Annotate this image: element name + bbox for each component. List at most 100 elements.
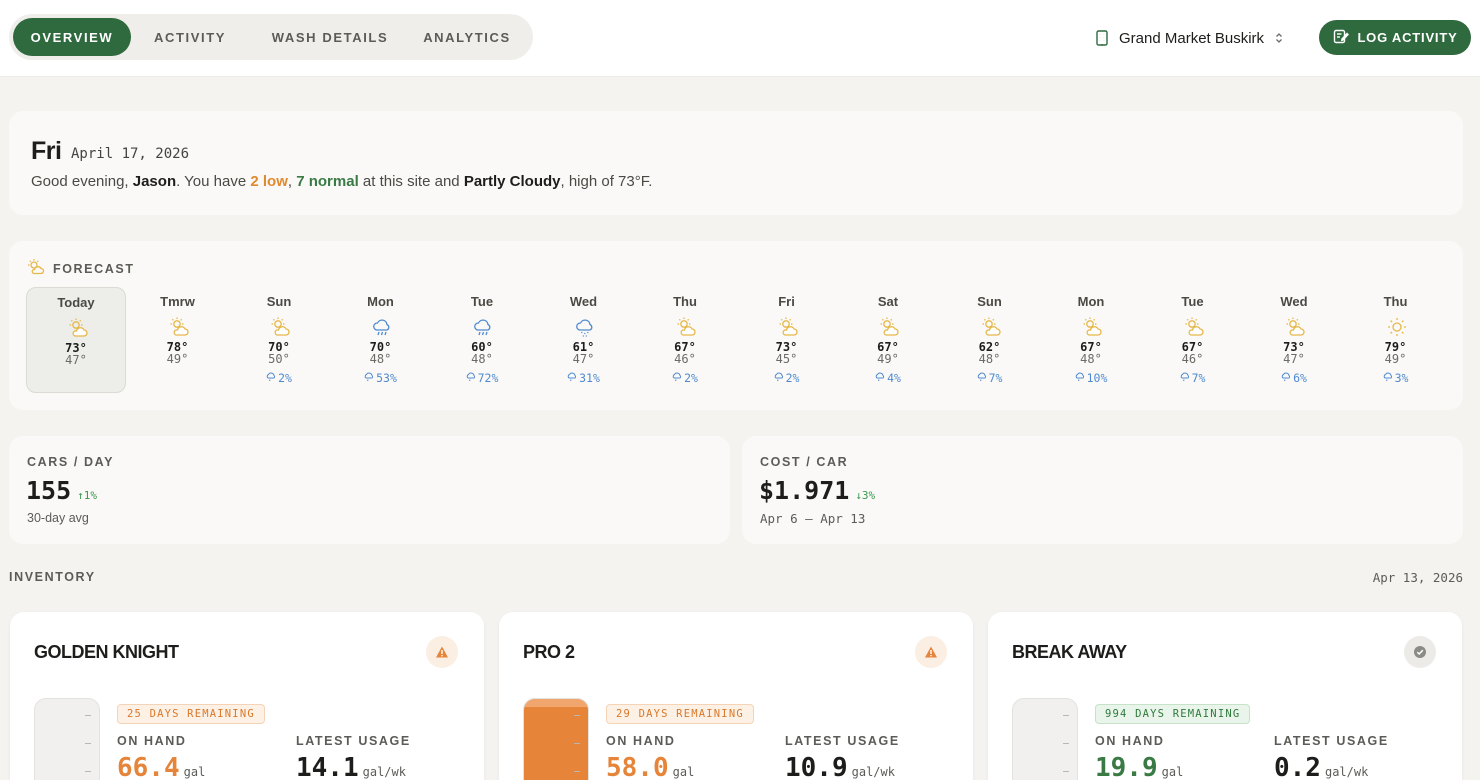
precip-value: 2% [278,371,292,385]
inventory-card[interactable]: PRO 2 29 DAYS REMAINING ON HAND LATEST USAG… [499,612,973,780]
forecast-precip: 10% [1041,371,1141,385]
on-hand-value: 19.9 [1095,753,1158,780]
usage-unit: gal/wk [851,765,895,779]
forecast-day[interactable]: Mon 67° 48° 10% [1041,287,1141,393]
raindrop-icon [1075,371,1085,385]
forecast-day[interactable]: Today 73° 47° [26,287,126,393]
forecast-header: FORECAST [27,258,135,279]
precip-value: 3% [1394,371,1409,385]
site-name: Grand Market Buskirk [1119,29,1265,47]
precip-value: 4% [887,371,901,385]
partly-cloudy-icon [269,316,291,338]
tank-tick [1063,743,1069,744]
forecast-low: 47° [572,352,595,366]
forecast-day-name: Thu [673,294,697,309]
forecast-day[interactable]: Tue 60° 48° 72% [432,287,532,393]
cars-value-row: 155 ↑1% [26,476,97,505]
forecast-day[interactable]: Thu 79° 49° 3% [1346,287,1446,393]
warning-icon [915,636,947,668]
inventory-card[interactable]: BREAK AWAY 994 DAYS REMAINING ON HAND LATES… [988,612,1462,780]
forecast-low: 48° [369,352,392,366]
log-activity-button[interactable]: LOG ACTIVITY [1319,20,1471,55]
product-name: PRO 2 [523,642,575,662]
forecast-precip: 6% [1244,371,1344,385]
forecast-day[interactable]: Wed 61° 47° 31% [534,287,634,393]
cost-per-car-card: COST / CAR $1.971 ↓3% Apr 6 – Apr 13 [742,436,1463,544]
inventory-card[interactable]: GOLDEN KNIGHT 25 DAYS REMAINING ON HAND LAT… [10,612,484,780]
usage-value-row: 14.1 gal/wk [296,753,406,780]
forecast-day[interactable]: Tue 67° 46° 7% [1143,287,1243,393]
cost-value-row: $1.971 ↓3% [759,476,875,505]
on-hand-value-row: 66.4 gal [117,753,205,780]
precip-value: 2% [684,371,698,385]
on-hand-label: ON HAND [117,734,187,748]
raindrop-icon [567,371,577,385]
partly-cloudy-icon [168,316,190,338]
forecast-low: 50° [268,352,290,366]
low-count[interactable]: 2 low [250,173,288,190]
raindrop-icon [672,371,682,385]
usage-value-row: 0.2 gal/wk [1274,753,1368,780]
forecast-day[interactable]: Sun 62° 48° 7% [940,287,1040,393]
usage-value: 0.2 [1274,753,1321,780]
on-hand-unit: gal [672,765,695,779]
tab-activity[interactable]: ACTIVITY [131,18,249,56]
forecast-day[interactable]: Mon 70° 48° 53% [331,287,431,393]
forecast-low: 46° [1181,352,1204,366]
forecast-day-name: Tue [1181,294,1204,309]
forecast-low: 45° [775,352,798,366]
cost-change: ↓3% [855,489,876,502]
forecast-low: 49° [877,352,899,366]
forecast-day-name: Sun [266,294,292,309]
tank-tick [574,715,580,716]
precip-value: 10% [1086,371,1108,385]
tab-overview[interactable]: OVERVIEW [13,18,131,56]
forecast-low: 49° [166,352,189,366]
cars-per-day-card: CARS / DAY 155 ↑1% 30-day avg [9,436,730,544]
top-bar: OVERVIEW ACTIVITY WASH DETAILS ANALYTICS… [0,0,1480,77]
on-hand-unit: gal [183,765,206,779]
forecast-day[interactable]: Sun 70° 50° 2% [229,287,329,393]
on-hand-label: ON HAND [1095,734,1165,748]
usage-value: 10.9 [785,753,848,780]
on-hand-value: 66.4 [117,753,180,780]
on-hand-label: ON HAND [606,734,676,748]
greeting-card: Fri April 17, 2026 Good evening, Jason. … [9,111,1463,215]
forecast-day[interactable]: Wed 73° 47° 6% [1244,287,1344,393]
forecast-day-name: Wed [1280,294,1308,309]
precip-value: 7% [988,371,1003,385]
raindrop-icon [364,371,374,385]
forecast-day[interactable]: Thu 67° 46° 2% [635,287,735,393]
weather-icon [27,258,45,279]
normal-count[interactable]: 7 normal [296,173,359,190]
product-name: GOLDEN KNIGHT [34,642,179,662]
usage-value: 14.1 [296,753,359,780]
tank-tick [1063,771,1069,772]
log-activity-label: LOG ACTIVITY [1357,30,1458,45]
notebook-icon [1332,28,1350,48]
tank-tick [1063,715,1069,716]
user-name: Jason [132,173,177,190]
precip-value: 53% [376,371,397,385]
days-remaining-badge: 994 DAYS REMAINING [1095,704,1251,724]
usage-unit: gal/wk [1324,765,1369,779]
forecast-day[interactable]: Sat 67° 49° 4% [838,287,938,393]
warning-icon [426,636,458,668]
precip-value: 2% [785,371,800,385]
forecast-days: Today 73° 47° Tmrw 78° 49° Sun 70° 50° 2% Mon 70° 48… [26,287,1460,393]
forecast-day-name: Sat [877,294,899,309]
forecast-day[interactable]: Fri 73° 45° 2% [737,287,837,393]
cars-label: CARS / DAY [27,455,115,469]
cars-sub: 30-day avg [27,511,89,525]
tab-analytics[interactable]: ANALYTICS [411,18,523,56]
site-selector[interactable]: Grand Market Buskirk [1093,24,1286,52]
product-name: BREAK AWAY [1012,642,1127,662]
forecast-day-name: Thu [1383,294,1408,309]
usage-unit: gal/wk [362,765,406,779]
forecast-day[interactable]: Tmrw 78° 49° [128,287,228,393]
tank-tick [574,743,580,744]
latest-usage-label: LATEST USAGE [785,734,900,748]
raindrop-icon [774,371,784,385]
tab-bar: OVERVIEW ACTIVITY WASH DETAILS ANALYTICS [9,14,533,60]
tab-wash-details[interactable]: WASH DETAILS [249,18,411,56]
